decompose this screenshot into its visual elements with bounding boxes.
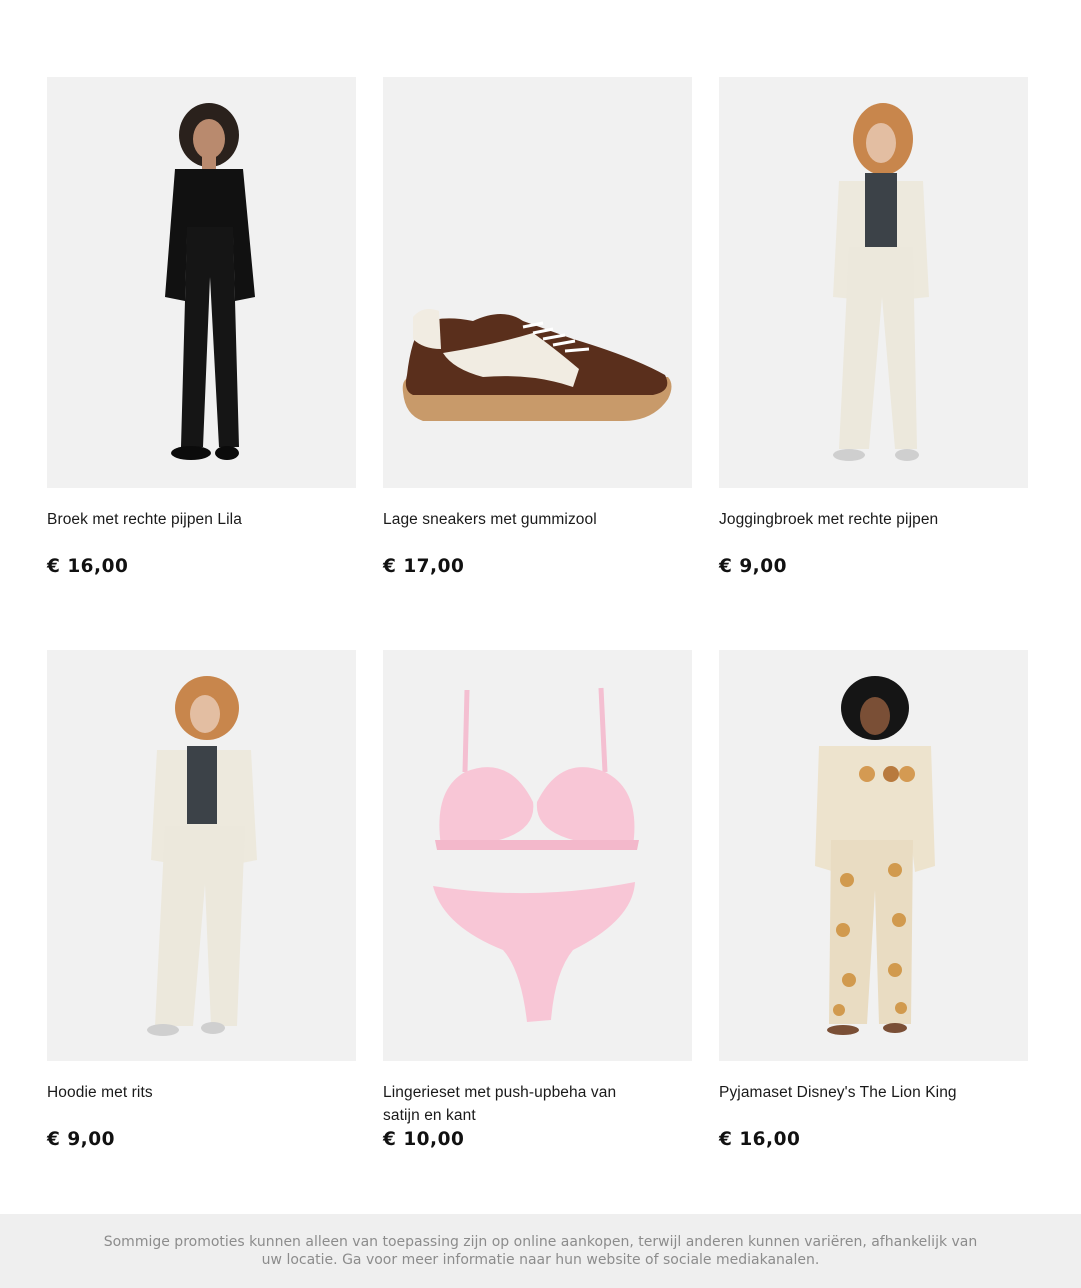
model-lion-king-pyjama-image[interactable] <box>719 650 1028 1061</box>
product-title[interactable]: Lage sneakers met gummizool <box>383 508 643 531</box>
brown-sneaker-image[interactable] <box>383 77 692 488</box>
product-card[interactable]: Lage sneakers met gummizool € 17,00 <box>383 77 692 577</box>
product-card[interactable]: Broek met rechte pijpen Lila € 16,00 <box>47 77 356 577</box>
pink-lingerie-set-image[interactable] <box>383 650 692 1061</box>
product-title[interactable]: Lingerieset met push-upbeha van satijn e… <box>383 1081 643 1127</box>
product-title[interactable]: Broek met rechte pijpen Lila <box>47 508 307 531</box>
product-price: € 17,00 <box>383 556 465 577</box>
product-price: € 16,00 <box>47 556 129 577</box>
product-card[interactable]: Hoodie met rits € 9,00 <box>47 650 356 1150</box>
model-black-suit-image[interactable] <box>47 77 356 488</box>
product-title[interactable]: Pyjamaset Disney's The Lion King <box>719 1081 979 1104</box>
product-price: € 16,00 <box>719 1129 801 1150</box>
product-card[interactable]: Joggingbroek met rechte pijpen € 9,00 <box>719 77 1028 577</box>
product-price: € 10,00 <box>383 1129 465 1150</box>
model-cream-hoodie-image[interactable] <box>47 650 356 1061</box>
product-title[interactable]: Hoodie met rits <box>47 1081 307 1104</box>
product-card[interactable]: Pyjamaset Disney's The Lion King € 16,00 <box>719 650 1028 1150</box>
promo-disclaimer-footer: Sommige promoties kunnen alleen van toep… <box>0 1214 1081 1288</box>
product-card[interactable]: Lingerieset met push-upbeha van satijn e… <box>383 650 692 1150</box>
model-cream-joggers-image[interactable] <box>719 77 1028 488</box>
disclaimer-text: Sommige promoties kunnen alleen van toep… <box>103 1234 978 1268</box>
product-title[interactable]: Joggingbroek met rechte pijpen <box>719 508 979 531</box>
product-price: € 9,00 <box>719 556 787 577</box>
product-price: € 9,00 <box>47 1129 115 1150</box>
